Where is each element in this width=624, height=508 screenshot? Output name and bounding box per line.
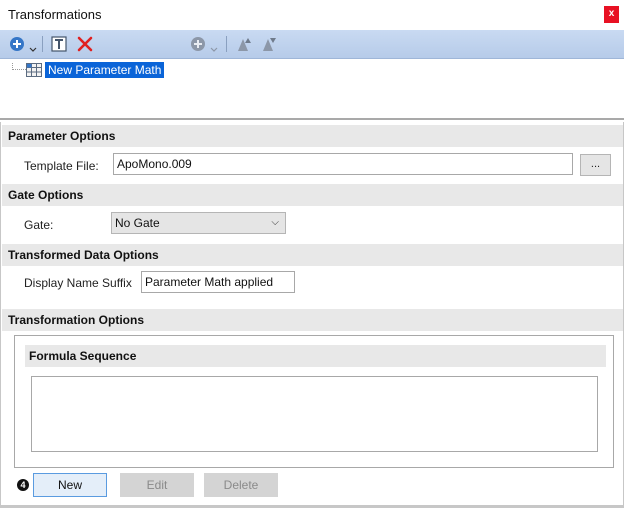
transformation-options-header: Transformation Options (2, 309, 623, 331)
rename-text-icon[interactable] (50, 35, 68, 53)
formula-sequence-group: Formula Sequence (14, 335, 614, 468)
move-up-icon[interactable] (236, 35, 254, 53)
add-circle-icon[interactable] (8, 35, 26, 53)
add-formula-icon[interactable] (189, 35, 207, 53)
toolbar-separator (226, 36, 227, 52)
browse-button[interactable]: ... (580, 154, 611, 176)
chevron-down-icon[interactable] (29, 41, 37, 59)
transformed-data-options-header: Transformed Data Options (2, 244, 623, 266)
toolbar (0, 30, 624, 59)
formula-sequence-header: Formula Sequence (25, 345, 606, 367)
template-file-input[interactable]: ApoMono.009 (113, 153, 573, 175)
template-file-label: Template File: (24, 159, 99, 173)
gate-label: Gate: (24, 218, 54, 232)
display-name-suffix-label: Display Name Suffix (24, 276, 132, 290)
window-title: Transformations (8, 7, 102, 22)
chevron-down-icon: ⌵ (271, 217, 279, 228)
gate-select[interactable]: No Gate ⌵ (111, 212, 286, 234)
title-bar: Transformations x (0, 0, 624, 30)
close-button[interactable]: x (604, 6, 619, 23)
options-panel: Parameter Options Template File: ApoMono… (0, 122, 624, 508)
gate-options-header: Gate Options (2, 184, 623, 206)
delete-x-icon[interactable] (76, 35, 94, 53)
chevron-down-icon[interactable] (210, 41, 218, 59)
formula-sequence-list[interactable] (31, 376, 598, 452)
step-badge: 4 (17, 479, 29, 491)
move-down-icon[interactable] (261, 35, 279, 53)
display-name-suffix-input[interactable]: Parameter Math applied (141, 271, 295, 293)
delete-button[interactable]: Delete (204, 473, 278, 497)
gate-select-value: No Gate (115, 216, 160, 230)
new-button[interactable]: New (33, 473, 107, 497)
edit-button[interactable]: Edit (120, 473, 194, 497)
tree-item-new-parameter-math[interactable]: New Parameter Math (45, 62, 165, 78)
transformation-tree: New Parameter Math (0, 59, 624, 120)
parameter-options-header: Parameter Options (2, 125, 623, 147)
toolbar-separator (42, 36, 43, 52)
parameter-math-icon (26, 63, 42, 77)
